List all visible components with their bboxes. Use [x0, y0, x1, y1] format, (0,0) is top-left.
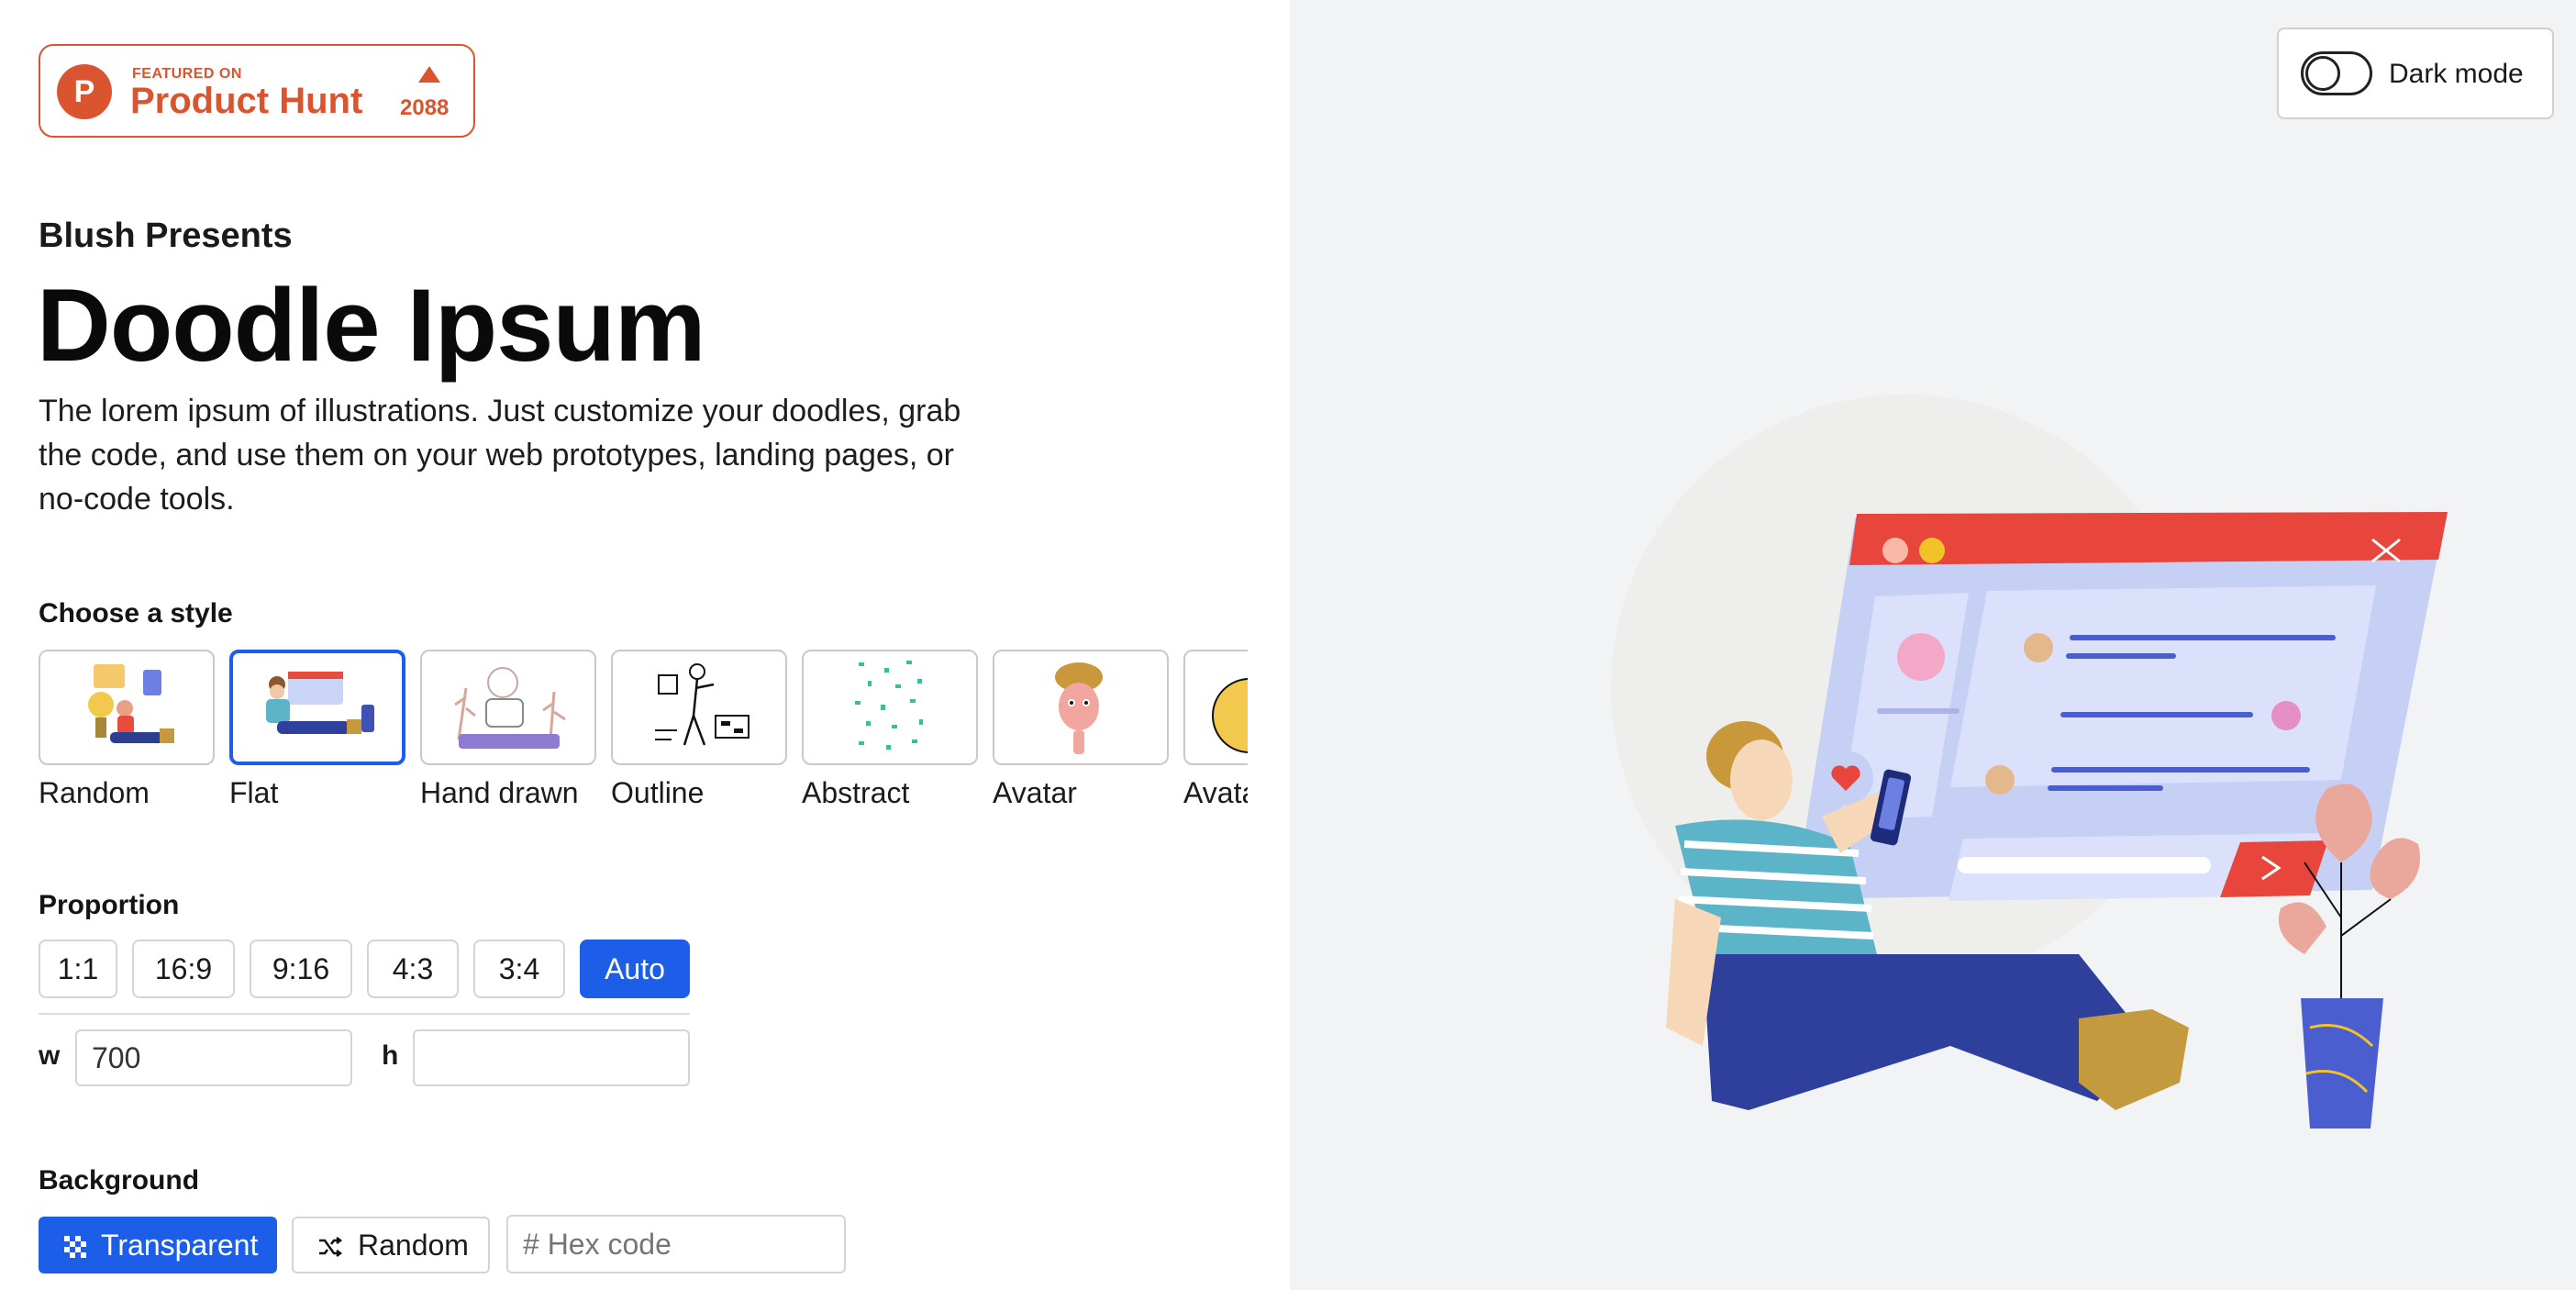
width-label: w	[39, 1040, 61, 1071]
height-input[interactable]	[413, 1029, 690, 1086]
badge-product-name: Product Hunt	[130, 81, 363, 121]
style-label: Avatar	[993, 776, 1077, 809]
preview-panel: Dark mode	[1290, 0, 2576, 1290]
dark-mode-label: Dark mode	[2389, 59, 2524, 89]
proportion-16-9-button[interactable]: 16:9	[132, 940, 235, 998]
proportion-9-16-button[interactable]: 9:16	[250, 940, 352, 998]
upvote-count: 2088	[400, 95, 450, 120]
style-option-avatar[interactable]: Avatar	[993, 650, 1169, 810]
upvote-arrow-icon	[418, 66, 440, 83]
transparent-label: Transparent	[101, 1229, 259, 1262]
style-option-abstract[interactable]: Abstract	[802, 650, 978, 810]
style-thumbnail	[39, 650, 215, 765]
style-label: Abstract	[802, 776, 910, 809]
style-option-outline[interactable]: Outline	[611, 650, 787, 810]
dark-mode-toggle[interactable]: Dark mode	[2277, 28, 2554, 119]
toggle-knob	[2305, 56, 2340, 91]
style-thumbnail	[1183, 650, 1248, 765]
background-random-button[interactable]: Random	[292, 1217, 490, 1273]
style-thumbnail	[993, 650, 1169, 765]
proportion-4-3-button[interactable]: 4:3	[367, 940, 459, 998]
style-label: Avata	[1183, 776, 1248, 809]
style-label: Random	[39, 776, 150, 809]
page-description: The lorem ipsum of illustrations. Just c…	[39, 394, 961, 517]
style-thumbnail	[420, 650, 596, 765]
page-title: Doodle Ipsum	[37, 268, 705, 383]
checkerboard-icon	[64, 1221, 86, 1274]
background-section-label: Background	[39, 1165, 200, 1195]
proportion-3-4-button[interactable]: 3:4	[473, 940, 565, 998]
height-label: h	[382, 1040, 399, 1071]
product-hunt-logo-icon: P	[57, 64, 112, 119]
style-picker: Random Flat Hand drawn Outline Abstract …	[39, 650, 1248, 824]
hex-code-input[interactable]	[506, 1215, 846, 1273]
shuffle-icon	[317, 1221, 343, 1274]
proportion-auto-button[interactable]: Auto	[580, 940, 690, 998]
style-option-flat[interactable]: Flat	[229, 650, 405, 810]
random-label: Random	[358, 1229, 469, 1262]
product-hunt-badge[interactable]: P FEATURED ON Product Hunt 2088	[39, 44, 475, 138]
style-thumbnail	[611, 650, 787, 765]
width-input[interactable]	[75, 1029, 352, 1086]
style-option-hand-drawn[interactable]: Hand drawn	[420, 650, 596, 810]
proportion-section-label: Proportion	[39, 890, 180, 920]
style-thumbnail	[802, 650, 978, 765]
style-option-random[interactable]: Random	[39, 650, 215, 810]
proportion-1-1-button[interactable]: 1:1	[39, 940, 117, 998]
style-section-label: Choose a style	[39, 598, 233, 628]
style-label: Flat	[229, 776, 279, 809]
doodle-illustration	[1611, 395, 2448, 1129]
style-thumbnail	[229, 650, 405, 765]
style-label: Hand drawn	[420, 776, 579, 809]
style-label: Outline	[611, 776, 705, 809]
presents-subtitle: Blush Presents	[39, 217, 293, 255]
controls-panel: P FEATURED ON Product Hunt 2088 Blush Pr…	[0, 0, 1290, 1290]
proportion-divider	[39, 1013, 690, 1015]
style-option-avatar-2[interactable]: Avata	[1183, 650, 1248, 810]
background-transparent-button[interactable]: Transparent	[39, 1217, 277, 1273]
toggle-switch[interactable]	[2301, 51, 2372, 95]
